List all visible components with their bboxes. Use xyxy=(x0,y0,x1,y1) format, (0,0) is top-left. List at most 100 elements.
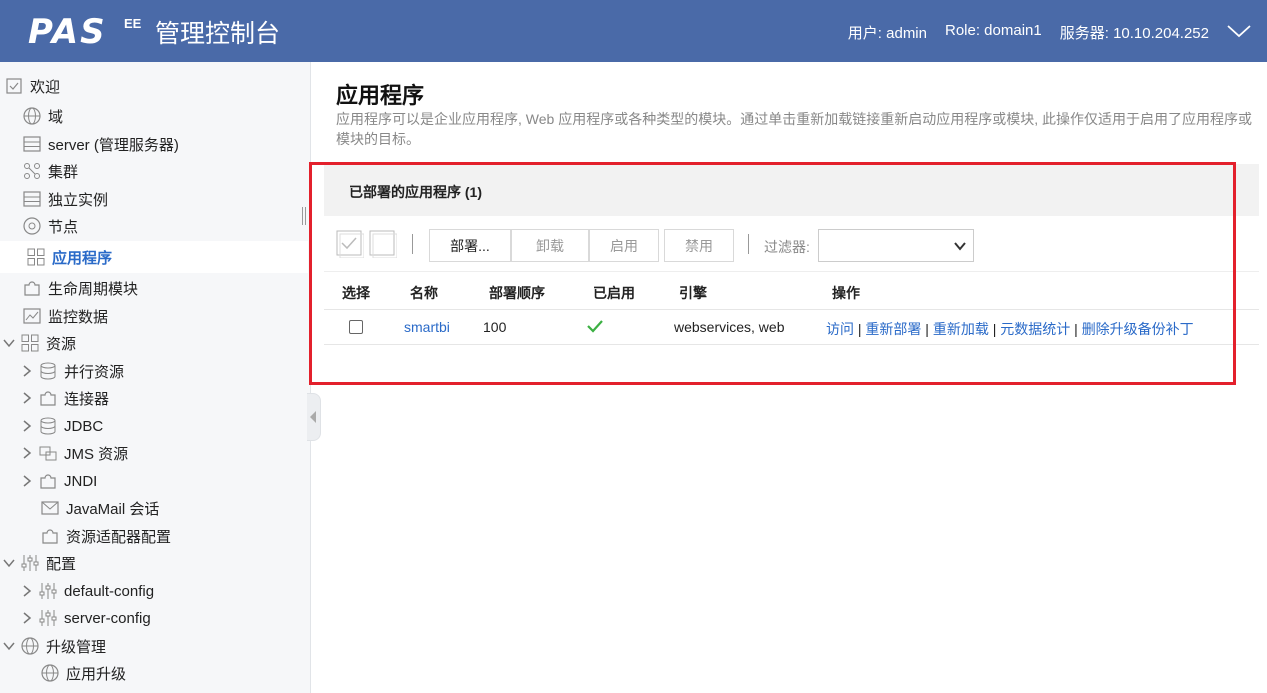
nav-sidebar: 欢迎 域 server (管理服务器) 集群 独立实例 节点 应用程序 生命周期… xyxy=(0,62,311,693)
chevron-right-icon[interactable] xyxy=(20,474,34,488)
sliders-icon xyxy=(39,610,57,626)
sidebar-item-server-config[interactable]: server-config xyxy=(20,605,310,631)
sidebar-item-javamail[interactable]: JavaMail 会话 xyxy=(40,495,310,521)
sidebar-item-applications[interactable]: 应用程序 xyxy=(0,241,308,273)
sidebar-item-cluster[interactable]: 集群 xyxy=(22,158,310,184)
sidebar-item-admin-server[interactable]: server (管理服务器) xyxy=(22,131,310,157)
sidebar-item-jndi[interactable]: JNDI xyxy=(20,468,310,494)
globe-icon xyxy=(23,107,41,125)
sidebar-item-concurrent-resources[interactable]: 并行资源 xyxy=(20,358,310,384)
sidebar-collapse-button[interactable] xyxy=(307,393,321,441)
sidebar-item-label: 应用升级 xyxy=(66,665,127,683)
sidebar-resize-handle[interactable] xyxy=(302,207,306,225)
mail-icon xyxy=(41,501,59,515)
sidebar-item-configurations[interactable]: 配置 xyxy=(2,550,310,576)
toolbar-separator xyxy=(412,234,413,254)
role-label: Role: domain1 xyxy=(945,22,1042,39)
chevron-left-icon xyxy=(310,411,316,423)
sidebar-item-label: default-config xyxy=(64,582,155,600)
puzzle-icon xyxy=(40,474,56,489)
sidebar-item-app-upgrade[interactable]: 应用升级 xyxy=(40,660,310,686)
sidebar-item-monitoring[interactable]: 监控数据 xyxy=(22,303,310,329)
sidebar-item-lifecycle-modules[interactable]: 生命周期模块 xyxy=(22,275,310,301)
sidebar-item-label: server (管理服务器) xyxy=(48,136,179,154)
chevron-right-icon[interactable] xyxy=(20,364,34,378)
sidebar-item-resource-adapter[interactable]: 资源适配器配置 xyxy=(40,523,310,549)
launch-link[interactable]: 访问 xyxy=(826,321,854,337)
table-row: smartbi 100 webservices, web 访问 | 重新部署 |… xyxy=(324,310,1259,345)
sidebar-item-label: 并行资源 xyxy=(64,363,125,381)
sidebar-item-resources[interactable]: 资源 xyxy=(2,330,310,356)
deploy-order: 100 xyxy=(483,319,507,335)
deploy-button[interactable]: 部署... xyxy=(429,229,511,262)
toolbar-separator xyxy=(748,234,749,254)
sidebar-item-label: 域 xyxy=(48,108,64,126)
sliders-icon xyxy=(21,555,39,571)
apps-toolbar: 部署... 卸载 启用 禁用 过滤器: xyxy=(334,228,1254,264)
session-info: 用户: admin Role: domain1 服务器: 10.10.204.2… xyxy=(848,22,1209,43)
cluster-icon xyxy=(24,163,40,179)
sidebar-item-label: JMS 资源 xyxy=(64,445,129,463)
disable-button[interactable]: 禁用 xyxy=(664,229,734,262)
chevron-right-icon[interactable] xyxy=(20,584,34,598)
sliders-icon xyxy=(39,583,57,599)
sidebar-item-label: JavaMail 会话 xyxy=(66,500,160,518)
check-icon xyxy=(587,320,603,333)
sidebar-item-label: 资源适配器配置 xyxy=(66,528,172,546)
sidebar-item-label: 连接器 xyxy=(64,390,110,408)
sidebar-item-domain[interactable]: 域 xyxy=(22,103,310,129)
sidebar-item-default-config[interactable]: default-config xyxy=(20,578,310,604)
sidebar-item-node[interactable]: 节点 xyxy=(22,213,310,239)
sidebar-item-jdbc[interactable]: JDBC xyxy=(20,413,310,439)
chevron-right-icon[interactable] xyxy=(20,611,34,625)
page-description: 应用程序可以是企业应用程序, Web 应用程序或各种类型的模块。通过单击重新加载… xyxy=(336,111,1252,147)
sidebar-item-label: server-config xyxy=(64,609,151,627)
row-select-checkbox[interactable] xyxy=(349,320,363,334)
puzzle-icon xyxy=(24,281,40,296)
chevron-down-icon[interactable] xyxy=(2,556,16,570)
panel-title: 已部署的应用程序 (1) xyxy=(349,184,482,200)
select-all-icon[interactable] xyxy=(336,230,364,258)
globe-icon xyxy=(41,664,59,682)
sidebar-item-jms-resources[interactable]: JMS 资源 xyxy=(20,440,310,466)
node-icon xyxy=(23,217,41,235)
deselect-all-icon[interactable] xyxy=(369,230,397,258)
sidebar-item-standalone-instance[interactable]: 独立实例 xyxy=(22,186,310,212)
sidebar-item-welcome[interactable]: 欢迎 xyxy=(4,73,310,99)
enable-button[interactable]: 启用 xyxy=(589,229,659,262)
sidebar-item-label: JDBC xyxy=(64,417,104,435)
chevron-down-icon[interactable] xyxy=(1225,20,1253,42)
database-icon xyxy=(40,362,56,380)
chevron-right-icon[interactable] xyxy=(20,391,34,405)
redeploy-link[interactable]: 重新部署 xyxy=(865,321,921,337)
sidebar-item-upgrade-management[interactable]: 升级管理 xyxy=(2,633,310,659)
filter-select[interactable] xyxy=(818,229,974,262)
deployed-apps-panel-header: 已部署的应用程序 (1) xyxy=(324,164,1259,216)
main-content: 应用程序 应用程序可以是企业应用程序, Web 应用程序或各种类型的模块。通过单… xyxy=(322,62,1267,693)
undeploy-button[interactable]: 卸载 xyxy=(511,229,589,262)
col-deploy-order: 部署顺序 xyxy=(489,285,545,301)
server-label: 服务器: 10.10.204.252 xyxy=(1059,25,1209,42)
page-title: 应用程序 xyxy=(336,83,425,108)
chevron-down-icon xyxy=(954,242,966,251)
reload-link[interactable]: 重新加载 xyxy=(933,321,989,337)
database-icon xyxy=(40,417,56,435)
sidebar-item-label: 集群 xyxy=(48,163,79,181)
globe-icon xyxy=(21,637,39,655)
chart-icon xyxy=(23,308,41,324)
sidebar-item-connectors[interactable]: 连接器 xyxy=(20,385,310,411)
chevron-down-icon[interactable] xyxy=(2,336,16,350)
top-header: PAS EE 管理控制台 用户: admin Role: domain1 服务器… xyxy=(0,0,1267,62)
app-name-link[interactable]: smartbi xyxy=(404,319,450,335)
metadata-stats-link[interactable]: 元数据统计 xyxy=(1000,321,1070,337)
col-enabled: 已启用 xyxy=(593,285,635,301)
server-icon xyxy=(23,136,41,152)
chevron-down-icon[interactable] xyxy=(2,639,16,653)
table-header: 选择 名称 部署顺序 已启用 引擎 操作 xyxy=(324,271,1259,310)
checklist-icon xyxy=(6,78,22,94)
sidebar-item-label: JNDI xyxy=(64,472,98,490)
delete-upgrade-backup-link[interactable]: 删除升级备份补丁 xyxy=(1082,321,1194,337)
chevron-right-icon[interactable] xyxy=(20,446,34,460)
chevron-right-icon[interactable] xyxy=(20,419,34,433)
puzzle-icon xyxy=(42,529,58,544)
